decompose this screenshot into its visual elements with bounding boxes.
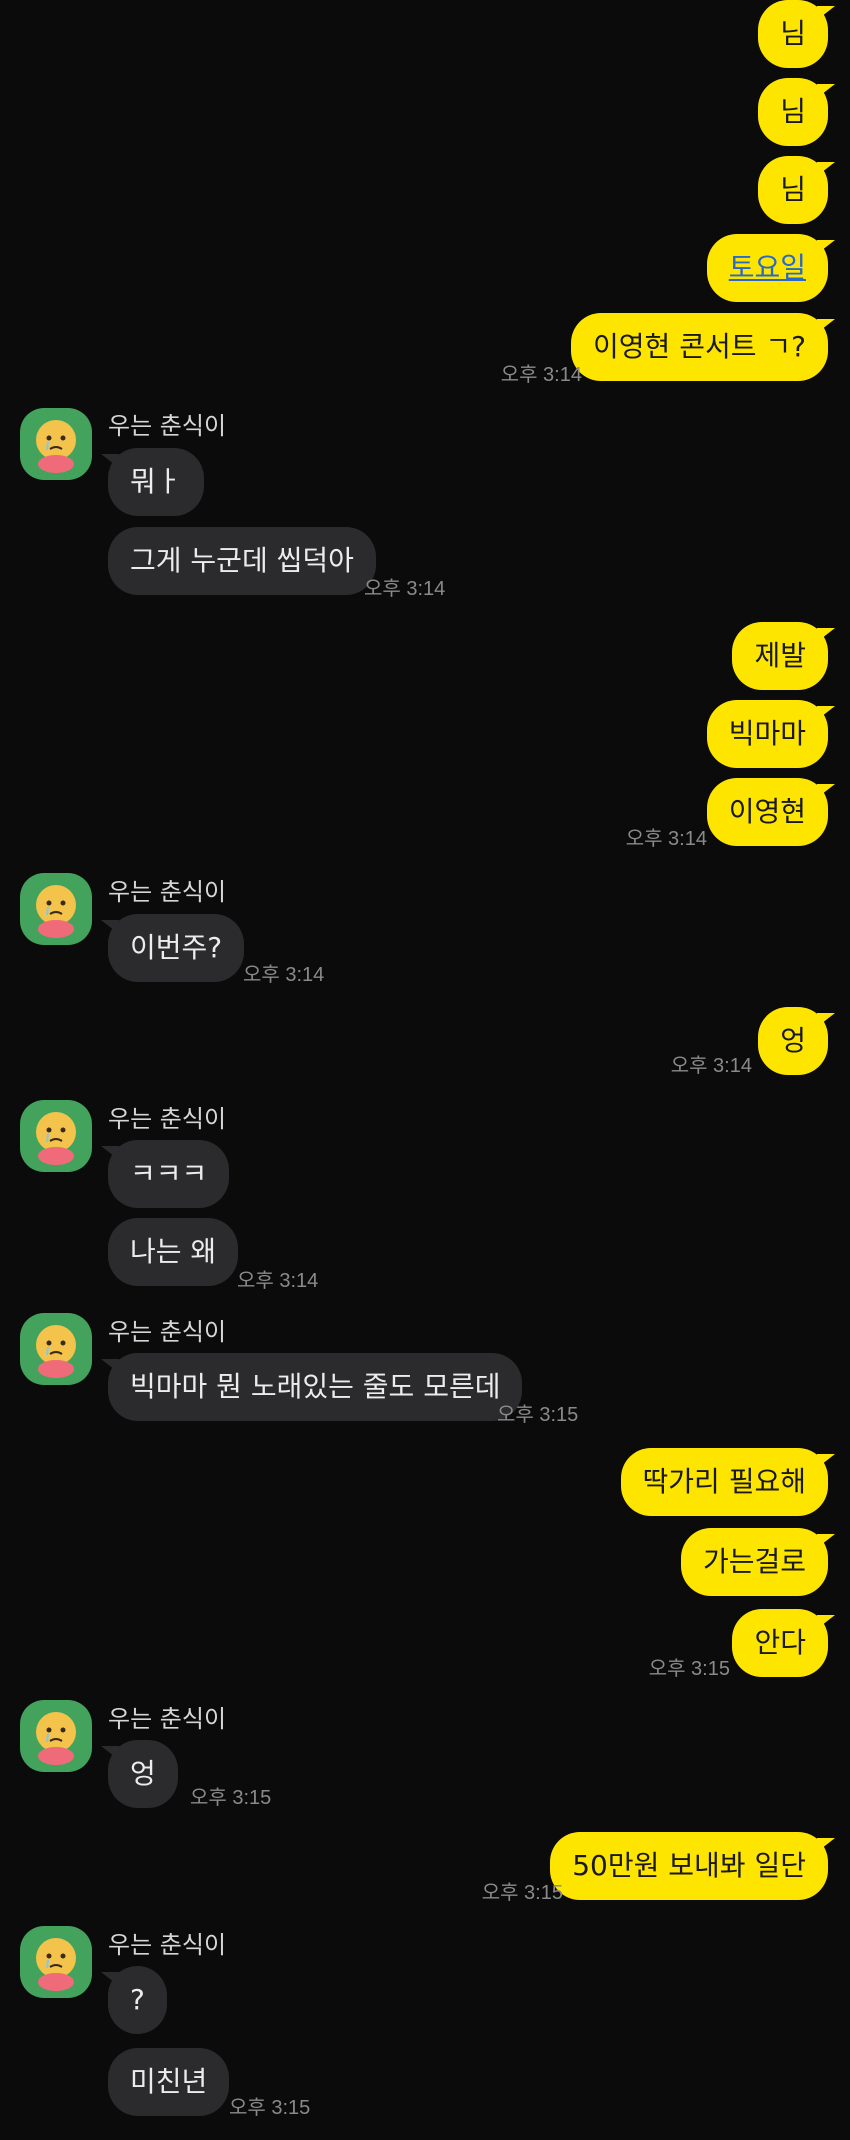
message-timestamp: 오후 3:15 (229, 2097, 311, 2119)
friend-message-bubble[interactable]: 이번주? (100, 914, 245, 982)
message-timestamp: 오후 3:14 (364, 578, 446, 600)
message-timestamp: 오후 3:15 (648, 1658, 730, 1680)
choonsik-crying-avatar-icon[interactable] (20, 1313, 92, 1385)
my-message-bubble[interactable]: 가는걸로 (680, 1528, 836, 1596)
sender-name: 우는 춘식이 (108, 1105, 227, 1133)
choonsik-crying-avatar-icon[interactable] (20, 1100, 92, 1172)
my-message-bubble[interactable]: 딱가리 필요해 (620, 1448, 836, 1516)
friend-message-bubble[interactable]: 빅마마 뭔 노래있는 줄도 모른데 (100, 1353, 523, 1421)
message-timestamp: 오후 3:14 (625, 828, 707, 850)
my-message-bubble[interactable]: 님 (758, 78, 835, 146)
friend-message-bubble[interactable]: 나는 왜 (108, 1218, 239, 1286)
choonsik-crying-avatar-icon[interactable] (20, 1700, 92, 1772)
sender-name: 우는 춘식이 (108, 1705, 227, 1733)
message-timestamp: 오후 3:15 (497, 1404, 579, 1426)
my-message-bubble[interactable]: 님 (758, 0, 835, 68)
my-message-bubble[interactable]: 이영현 콘서트 ㄱ? (571, 313, 835, 381)
message-timestamp: 오후 3:15 (481, 1882, 563, 1904)
friend-message-bubble[interactable]: 그게 누군데 씹덕아 (108, 527, 376, 595)
friend-message-bubble[interactable]: ㅋㅋㅋ (100, 1140, 230, 1208)
sender-name: 우는 춘식이 (108, 1318, 227, 1346)
choonsik-crying-avatar-icon[interactable] (20, 873, 92, 945)
friend-message-bubble[interactable]: 미친년 (108, 2048, 230, 2116)
my-message-link-bubble[interactable]: 토요일 (706, 234, 836, 302)
choonsik-crying-avatar-icon[interactable] (20, 408, 92, 480)
my-message-bubble[interactable]: 50만원 보내봐 일단 (550, 1832, 835, 1900)
sender-name: 우는 춘식이 (108, 1931, 227, 1959)
message-timestamp: 오후 3:15 (190, 1787, 272, 1809)
my-message-bubble[interactable]: 님 (758, 156, 835, 224)
my-message-bubble[interactable]: 빅마마 (706, 700, 836, 768)
message-timestamp: 오후 3:14 (670, 1055, 752, 1077)
friend-message-bubble[interactable]: ? (101, 1966, 167, 2034)
message-timestamp: 오후 3:14 (237, 1270, 319, 1292)
message-timestamp: 오후 3:14 (500, 364, 582, 386)
my-message-bubble[interactable]: 엉 (758, 1007, 835, 1075)
my-message-bubble[interactable]: 안다 (732, 1609, 835, 1677)
chat-screen: 님 님 님 토요일 이영현 콘서트 ㄱ? 오후 3:14 우는 춘식이 뭐ㅏ 그… (0, 0, 850, 2140)
my-message-bubble[interactable]: 제발 (732, 622, 835, 690)
message-timestamp: 오후 3:14 (243, 964, 325, 986)
sender-name: 우는 춘식이 (108, 412, 227, 440)
my-message-bubble[interactable]: 이영현 (706, 778, 836, 846)
friend-message-bubble[interactable]: 뭐ㅏ (101, 448, 204, 516)
friend-message-bubble[interactable]: 엉 (101, 1740, 178, 1808)
choonsik-crying-avatar-icon[interactable] (20, 1926, 92, 1998)
sender-name: 우는 춘식이 (108, 878, 227, 906)
